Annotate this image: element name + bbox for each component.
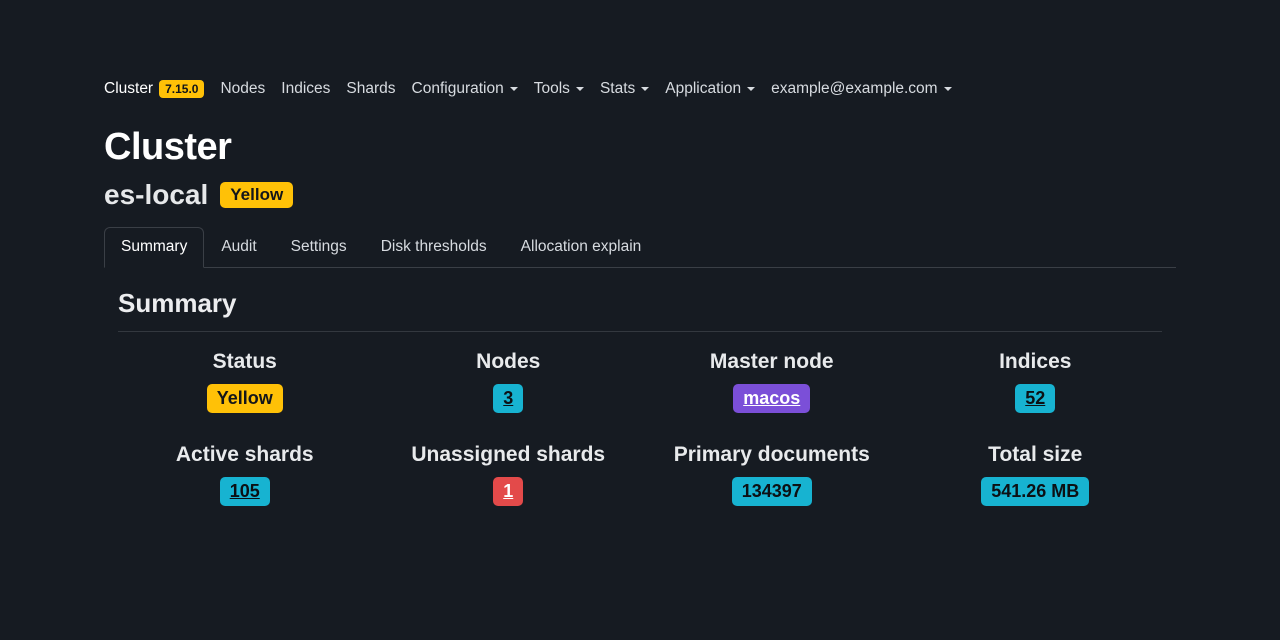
cluster-status-badge: Yellow (220, 182, 293, 208)
stat-master-node: Master node macos (645, 350, 899, 413)
stat-label: Nodes (382, 350, 636, 374)
stat-primary-documents: Primary documents 134397 (645, 443, 899, 506)
top-nav: Cluster 7.15.0 Nodes Indices Shards Conf… (104, 80, 1176, 98)
tab-allocation-explain[interactable]: Allocation explain (504, 227, 659, 268)
cluster-header: es-local Yellow (104, 179, 1176, 211)
stat-value-badge[interactable]: 3 (493, 384, 523, 413)
stat-value-badge[interactable]: 1 (493, 477, 523, 506)
nav-stats[interactable]: Stats (600, 80, 649, 98)
nav-brand-label: Cluster (104, 80, 153, 98)
stat-value-badge[interactable]: macos (733, 384, 810, 413)
stat-label: Active shards (118, 443, 372, 467)
stat-label: Total size (909, 443, 1163, 467)
stat-total-size: Total size 541.26 MB (909, 443, 1163, 506)
stat-status: Status Yellow (118, 350, 372, 413)
cluster-name: es-local (104, 179, 208, 211)
tab-disk-thresholds[interactable]: Disk thresholds (364, 227, 504, 268)
stat-value-badge[interactable]: 105 (220, 477, 270, 506)
nav-brand[interactable]: Cluster 7.15.0 (104, 80, 204, 98)
nav-user-menu[interactable]: example@example.com (771, 80, 952, 98)
nav-tools[interactable]: Tools (534, 80, 584, 98)
stat-label: Master node (645, 350, 899, 374)
stat-value-badge: Yellow (207, 384, 283, 413)
nav-shards[interactable]: Shards (346, 80, 395, 98)
stat-value-badge[interactable]: 52 (1015, 384, 1055, 413)
nav-application[interactable]: Application (665, 80, 755, 98)
tab-settings[interactable]: Settings (274, 227, 364, 268)
stat-label: Status (118, 350, 372, 374)
version-badge: 7.15.0 (159, 80, 204, 98)
nav-nodes[interactable]: Nodes (220, 80, 265, 98)
tab-summary[interactable]: Summary (104, 227, 204, 268)
stat-active-shards: Active shards 105 (118, 443, 372, 506)
stat-value-badge: 541.26 MB (981, 477, 1089, 506)
stat-label: Primary documents (645, 443, 899, 467)
summary-panel-title: Summary (118, 288, 1162, 332)
stat-label: Unassigned shards (382, 443, 636, 467)
stat-indices: Indices 52 (909, 350, 1163, 413)
summary-panel: Summary Status Yellow Nodes 3 Master nod… (104, 268, 1176, 550)
page-title: Cluster (104, 126, 1176, 169)
nav-indices[interactable]: Indices (281, 80, 330, 98)
summary-grid: Status Yellow Nodes 3 Master node macos … (118, 350, 1162, 506)
stat-unassigned-shards: Unassigned shards 1 (382, 443, 636, 506)
stat-label: Indices (909, 350, 1163, 374)
stat-nodes: Nodes 3 (382, 350, 636, 413)
nav-configuration[interactable]: Configuration (412, 80, 518, 98)
stat-value-badge: 134397 (732, 477, 812, 506)
tabs: Summary Audit Settings Disk thresholds A… (104, 227, 1176, 268)
tab-audit[interactable]: Audit (204, 227, 273, 268)
